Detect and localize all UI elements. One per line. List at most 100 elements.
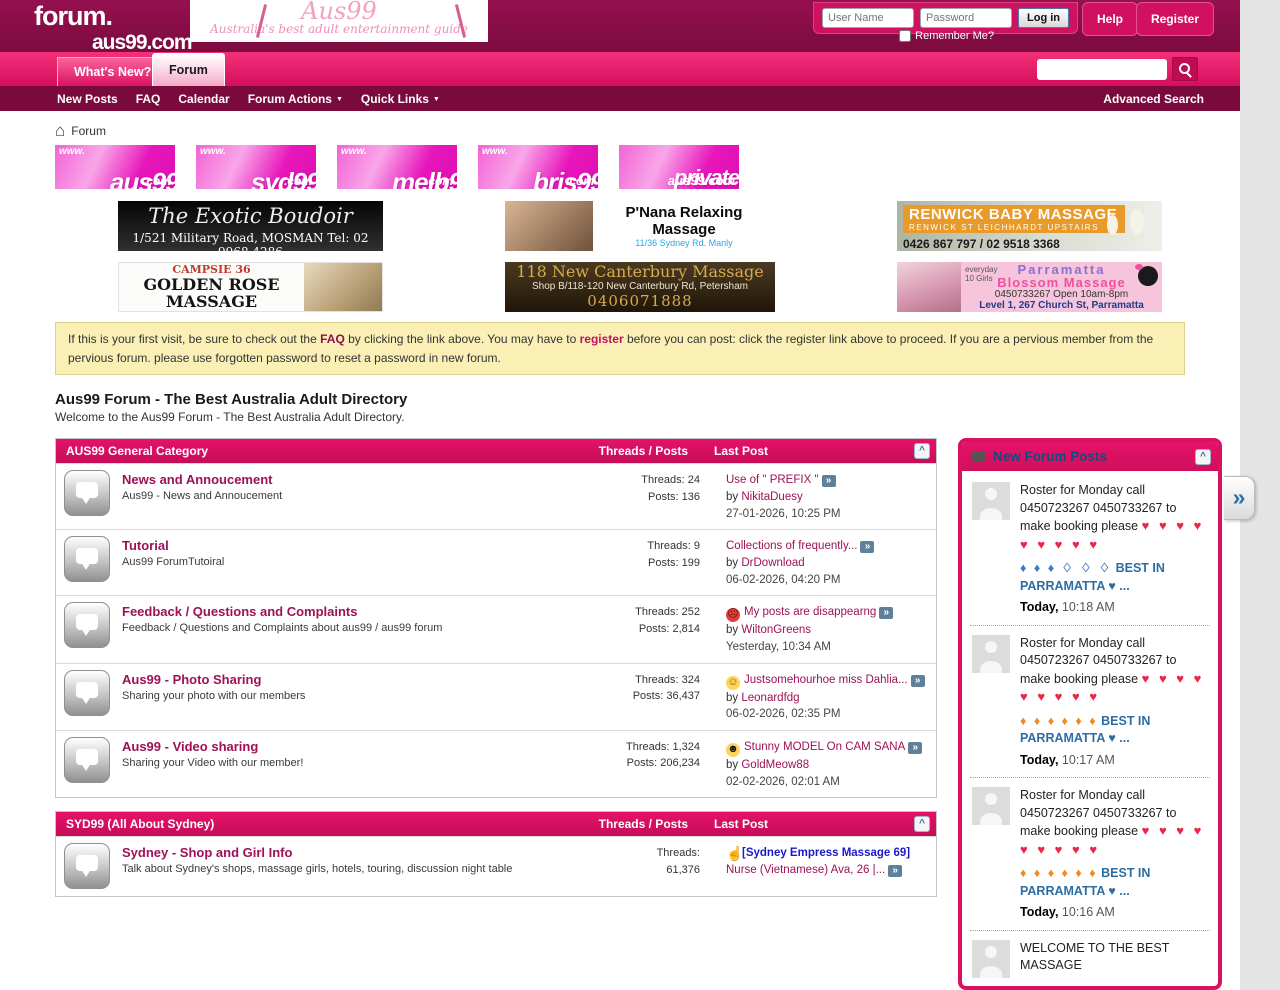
notice-text: If this is your first visit, be sure to …: [68, 332, 320, 346]
last-post-date: 06-02-2026, 04:20 PM: [726, 572, 926, 589]
sidebar-expand-button[interactable]: »: [1224, 476, 1255, 520]
ad-renwick-baby-massage[interactable]: RENWICK BABY MASSAGE RENWICK ST LEICHHAR…: [897, 201, 1162, 251]
site-logo[interactable]: forum. aus99.com: [34, 3, 192, 53]
category-aus99-general: AUS99 General Category Threads / Posts L…: [55, 438, 937, 798]
last-post: Collections of frequently... by DrDownlo…: [726, 536, 926, 588]
ad-title: The Exotic Boudoir: [118, 201, 383, 231]
avatar[interactable]: [972, 940, 1010, 978]
faq-link[interactable]: FAQ: [320, 332, 345, 346]
last-post-title-line2[interactable]: Nurse (Vietnamese) Ava, 26 |...: [726, 864, 885, 876]
banner-syd99[interactable]: www. syd99 .com: [196, 145, 316, 189]
last-post: Use of " PREFIX " by NikitaDuesy 27-01-2…: [726, 470, 926, 522]
header-banner-aus99[interactable]: Aus99 Australia's best adult entertainme…: [190, 0, 488, 42]
avatar[interactable]: [972, 787, 1010, 825]
register-button[interactable]: Register: [1136, 2, 1214, 36]
last-post-user[interactable]: DrDownload: [741, 557, 804, 569]
last-post: Stunny MODEL On CAM SANA by GoldMeow88 0…: [726, 737, 926, 790]
search-area: [1037, 57, 1198, 81]
ad-exotic-boudoir[interactable]: The Exotic Boudoir 1/521 Military Road, …: [118, 201, 383, 251]
ad-golden-rose-massage[interactable]: CAMPSIE 36 GOLDEN ROSE MASSAGE 36 NORTH …: [118, 262, 383, 312]
goto-last-post-icon[interactable]: [911, 675, 925, 687]
password-input[interactable]: [920, 8, 1012, 28]
forum-title-link[interactable]: Feedback / Questions and Complaints: [122, 604, 565, 619]
ad-phone: 0450733267 Open 10am-8pm: [961, 289, 1162, 300]
goto-last-post-icon[interactable]: [860, 541, 874, 553]
remember-me-checkbox[interactable]: [899, 30, 911, 42]
forum-stats: Threads: 324 Posts: 36,437: [565, 670, 700, 705]
ad-blossom-massage[interactable]: everyday 10 Girls Parramatta Blossom Mas…: [897, 262, 1162, 312]
forum-stats: Threads: 24 Posts: 136: [565, 470, 700, 505]
last-post-date: Yesterday, 10:34 AM: [726, 639, 926, 656]
post-text-link[interactable]: WELCOME TO THE BEST MASSAGE: [1020, 941, 1169, 973]
site-header: forum. aus99.com Aus99 Australia's best …: [0, 0, 1240, 52]
sidebar-title: New Forum Posts: [993, 449, 1195, 464]
forum-title-link[interactable]: Aus99 - Video sharing: [122, 739, 565, 754]
forum-title-link[interactable]: Tutorial: [122, 538, 565, 553]
smiling-face-icon: [726, 676, 740, 690]
page-subtitle: Welcome to the Aus99 Forum - The Best Au…: [55, 410, 1240, 424]
ad-title: 118 New Canterbury Massage: [505, 262, 775, 281]
banner-melb99[interactable]: www. melb99 .com: [337, 145, 457, 189]
last-post-title[interactable]: My posts are disappearng: [744, 606, 876, 618]
nav-new-posts[interactable]: New Posts: [57, 92, 118, 106]
forum-title-link[interactable]: Aus99 - Photo Sharing: [122, 672, 565, 687]
goto-last-post-icon[interactable]: [908, 742, 922, 754]
collapse-button[interactable]: [914, 443, 930, 459]
avatar[interactable]: [972, 482, 1010, 520]
forum-title-link[interactable]: Sydney - Shop and Girl Info: [122, 845, 565, 860]
last-post-title[interactable]: Stunny MODEL On CAM SANA: [744, 741, 905, 753]
goto-last-post-icon[interactable]: [888, 865, 902, 877]
candle-decor: [1107, 215, 1118, 235]
nav-forum-actions[interactable]: Forum Actions: [248, 92, 343, 106]
last-post-title[interactable]: [Sydney Empress Massage 69]: [742, 847, 910, 859]
ad-pnana-massage[interactable]: P'Nana Relaxing Massage 11/36 Sydney Rd.…: [505, 201, 775, 251]
last-post: Justsomehourhoe miss Dahlia... by Leonar…: [726, 670, 926, 723]
forum-row: Aus99 - Video sharing Sharing your Video…: [56, 730, 936, 797]
ad-tag: 10 Girls: [965, 274, 997, 283]
register-link[interactable]: register: [580, 332, 624, 346]
login-button[interactable]: Log in: [1018, 8, 1069, 28]
last-post-title[interactable]: Use of " PREFIX ": [726, 474, 819, 486]
forum-row: Sydney - Shop and Girl Info Talk about S…: [56, 836, 936, 896]
last-post-user[interactable]: NikitaDuesy: [741, 491, 802, 503]
thumbs-up-icon: [726, 847, 738, 861]
home-icon[interactable]: [55, 121, 65, 141]
tab-forum[interactable]: Forum: [152, 53, 225, 86]
help-button[interactable]: Help: [1082, 2, 1138, 36]
category-title: AUS99 General Category: [66, 444, 538, 458]
ad-title: RENWICK BABY MASSAGE: [909, 206, 1117, 223]
search-icon: [1179, 63, 1192, 76]
banner-bris99[interactable]: www. bris99 .com: [478, 145, 598, 189]
goto-last-post-icon[interactable]: [879, 607, 893, 619]
avatar[interactable]: [972, 635, 1010, 673]
goto-last-post-icon[interactable]: [822, 475, 836, 487]
search-button[interactable]: [1172, 57, 1198, 81]
ad-tag: everyday: [965, 265, 997, 274]
sidebar-collapse-button[interactable]: [1195, 449, 1211, 465]
username-input[interactable]: [822, 8, 914, 28]
forum-list: AUS99 General Category Threads / Posts L…: [55, 438, 937, 910]
last-post-title[interactable]: Justsomehourhoe miss Dahlia...: [744, 674, 908, 686]
ad-title: P'Nana Relaxing Massage: [593, 204, 775, 238]
angry-face-icon: [726, 608, 740, 622]
ad-canterbury-massage[interactable]: 118 New Canterbury Massage Shop B/118-12…: [505, 262, 775, 312]
nav-calendar[interactable]: Calendar: [178, 92, 229, 106]
breadcrumb-forum[interactable]: Forum: [71, 124, 106, 138]
advanced-search-link[interactable]: Advanced Search: [1103, 92, 1204, 106]
remember-me-label: Remember Me?: [915, 30, 994, 42]
nav-quick-links[interactable]: Quick Links: [361, 92, 440, 106]
last-post-user[interactable]: Leonardfdg: [741, 692, 799, 704]
last-post-user[interactable]: GoldMeow88: [741, 759, 809, 771]
nav-faq[interactable]: FAQ: [136, 92, 161, 106]
collapse-button[interactable]: [914, 816, 930, 832]
last-post-user[interactable]: WiltonGreens: [741, 624, 811, 636]
breadcrumb: Forum: [55, 121, 1240, 141]
banner-private-aus99[interactable]: private. aus99.com: [619, 145, 739, 189]
search-input[interactable]: [1037, 59, 1167, 80]
last-post-title[interactable]: Collections of frequently...: [726, 540, 857, 552]
ad-address: RENWICK ST LEICHHARDT UPSTAIRS: [909, 223, 1117, 233]
forum-title-link[interactable]: News and Annoucement: [122, 472, 565, 487]
remember-me[interactable]: Remember Me?: [899, 30, 994, 42]
forum-description: Talk about Sydney's shops, massage girls…: [122, 863, 565, 875]
banner-aus99[interactable]: www. aus99 .com: [55, 145, 175, 189]
